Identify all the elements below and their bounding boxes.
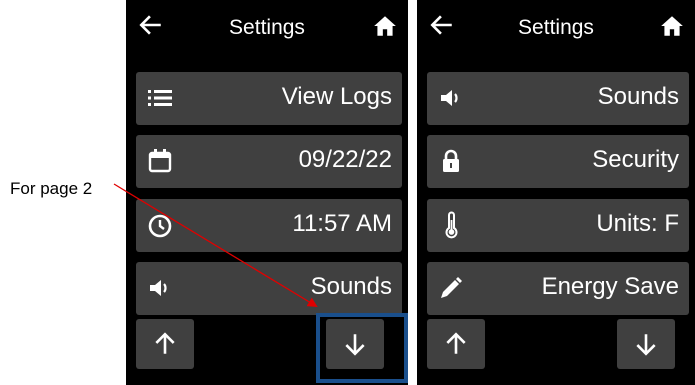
annotation-arrow: [113, 183, 318, 308]
